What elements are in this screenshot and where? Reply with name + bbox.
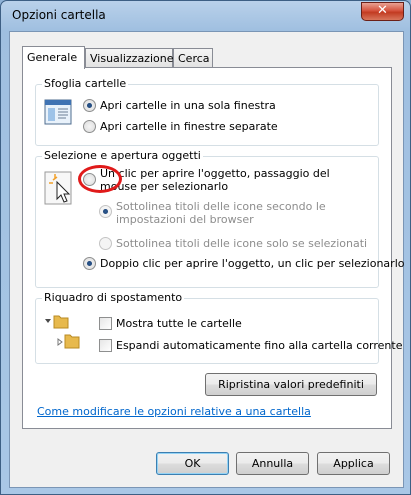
tree-expand-icon	[45, 319, 51, 323]
radio-separate-windows[interactable]	[83, 120, 96, 133]
folder-options-window: Opzioni cartella ✕ Generale Visualizzazi…	[0, 0, 411, 495]
help-link[interactable]: Come modificare le opzioni relative a un…	[37, 405, 311, 418]
navigation-pane-group: Riquadro di spostamento Mostra tutte le …	[35, 291, 402, 364]
cancel-button[interactable]: Annulla	[236, 452, 309, 475]
ok-button[interactable]: OK	[156, 452, 229, 475]
tab-panel-generale: Sfoglia cartelle Apri cartelle in una so…	[22, 67, 404, 429]
cursor-click-icon	[44, 171, 72, 205]
radio-separate-windows-label[interactable]: Apri cartelle in finestre separate	[100, 120, 278, 133]
tree-collapse-icon	[57, 338, 63, 346]
radio-underline-browser[interactable]	[99, 205, 112, 218]
title-bar[interactable]: Opzioni cartella ✕	[1, 1, 410, 31]
radio-underline-pointing[interactable]	[99, 237, 112, 250]
checkbox-auto-expand[interactable]	[99, 339, 112, 352]
browse-folders-group: Sfoglia cartelle Apri cartelle in una so…	[35, 77, 379, 146]
radio-same-window[interactable]	[83, 99, 96, 112]
restore-defaults-button[interactable]: Ripristina valori predefiniti	[205, 373, 377, 396]
radio-same-window-label[interactable]: Apri cartelle in una sola finestra	[100, 99, 276, 112]
close-button[interactable]: ✕	[361, 2, 404, 21]
radio-double-click-label[interactable]: Doppio clic per aprire l'oggetto, un cli…	[100, 257, 404, 270]
radio-underline-pointing-label[interactable]: Sottolinea titoli delle icone solo se se…	[116, 237, 367, 250]
highlight-ring	[78, 165, 122, 193]
radio-underline-browser-label[interactable]: Sottolinea titoli delle icone secondo le…	[116, 200, 371, 226]
radio-double-click[interactable]	[83, 257, 96, 270]
dialog-client-area: Generale Visualizzazione Cerca Sfoglia c…	[9, 31, 404, 488]
navigation-pane-legend: Riquadro di spostamento	[42, 291, 185, 304]
tab-generale[interactable]: Generale	[22, 46, 85, 69]
folder-tree-icon	[45, 315, 80, 349]
tab-cerca[interactable]: Cerca	[173, 48, 213, 68]
radio-single-click-label[interactable]: Un clic per aprire l'oggetto, passaggio …	[100, 167, 370, 193]
browse-folders-legend: Sfoglia cartelle	[42, 77, 129, 90]
tab-visualizzazione[interactable]: Visualizzazione	[85, 48, 173, 68]
window-icon	[44, 99, 72, 125]
window-title: Opzioni cartella	[12, 8, 106, 22]
checkbox-auto-expand-label[interactable]: Espandi automaticamente fino alla cartel…	[116, 339, 402, 352]
apply-button[interactable]: Applica	[317, 452, 390, 475]
click-items-legend: Selezione e apertura oggetti	[42, 149, 203, 162]
close-icon: ✕	[377, 3, 388, 18]
checkbox-show-all-folders[interactable]	[99, 317, 112, 330]
checkbox-show-all-folders-label[interactable]: Mostra tutte le cartelle	[116, 317, 242, 330]
